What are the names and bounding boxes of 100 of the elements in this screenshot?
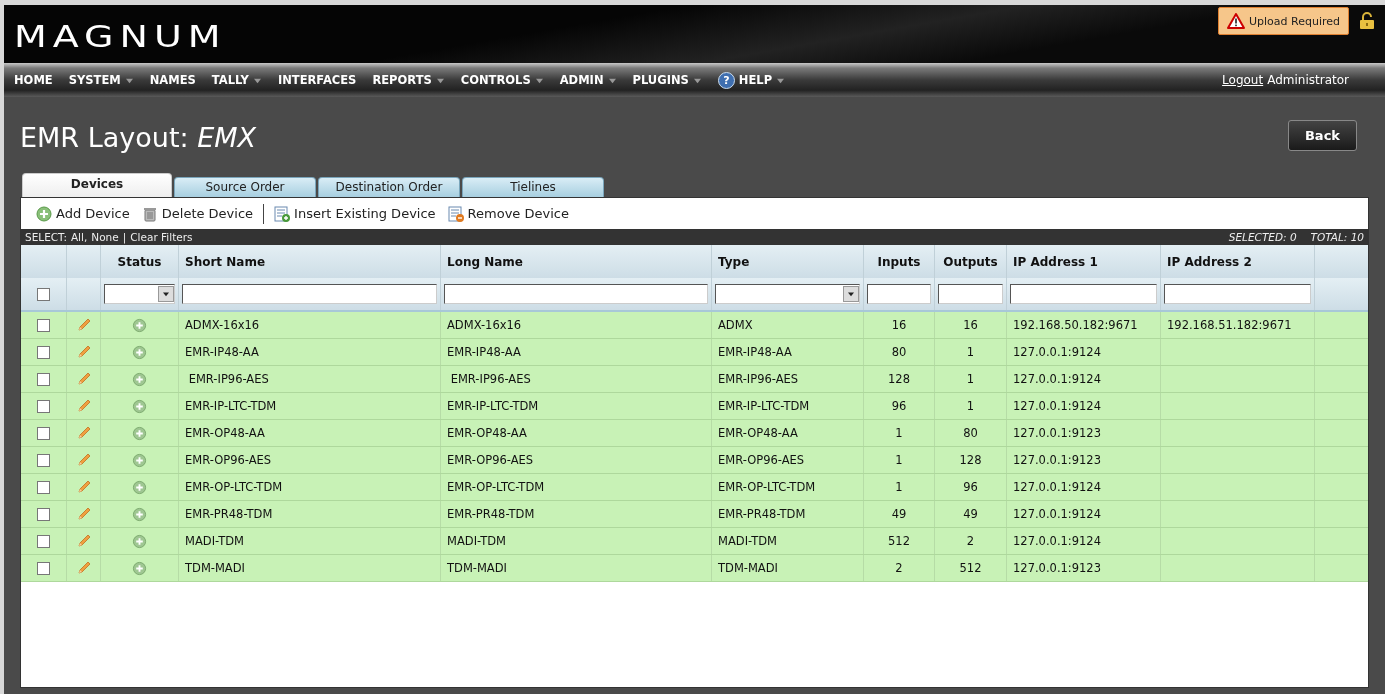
row-checkbox[interactable] (37, 534, 50, 548)
nav-menu-item[interactable]: PLUGINS (632, 73, 702, 87)
table-cell: EMR-OP96-AES (179, 447, 441, 473)
tab[interactable]: Source Order (174, 177, 316, 197)
table-cell: 127.0.0.1:9123 (1007, 555, 1161, 581)
pencil-icon[interactable] (75, 425, 92, 441)
logout-link[interactable]: Logout (1222, 73, 1264, 87)
page-title: EMR Layout: EMX (20, 120, 257, 153)
table-cell: 127.0.0.1:9124 (1007, 339, 1161, 365)
table-cell: 2 (864, 555, 935, 581)
pencil-icon[interactable] (75, 317, 92, 333)
nav-menu-item[interactable]: CONTROLS (460, 73, 544, 87)
table-cell: EMR-OP48-AA (712, 420, 864, 446)
table-cell: 127.0.0.1:9124 (1007, 393, 1161, 419)
row-checkbox[interactable] (37, 480, 50, 494)
select-all-link[interactable]: All (70, 231, 84, 243)
nav-menu-item[interactable]: TALLY (211, 73, 262, 87)
nav-menu-item[interactable]: ADMIN (559, 73, 617, 87)
pencil-icon[interactable] (75, 398, 92, 414)
table-cell: EMR-PR48-TDM (441, 501, 712, 527)
nav-menu-item[interactable]: HOME (14, 73, 53, 87)
tab[interactable]: Tielines (462, 177, 604, 197)
tab[interactable]: Devices (22, 173, 172, 197)
plus-circle-icon (132, 371, 147, 387)
nav-menu-item[interactable]: SYSTEM (68, 73, 134, 87)
table-cell: ADMX-16x16 (441, 312, 712, 338)
table-cell: EMR-PR48-TDM (179, 501, 441, 527)
upload-required-alert[interactable]: Upload Required (1218, 7, 1349, 35)
filter-input[interactable] (1164, 284, 1311, 304)
table-cell: 49 (864, 501, 935, 527)
row-checkbox[interactable] (37, 345, 50, 359)
row-checkbox[interactable] (37, 318, 50, 332)
plus-circle-icon (36, 205, 52, 222)
table-cell: 1 (935, 366, 1007, 392)
table-cell: 192.168.50.182:9671 (1007, 312, 1161, 338)
filter-input[interactable] (182, 284, 437, 304)
plus-circle-icon (132, 506, 147, 522)
table-cell: 80 (864, 339, 935, 365)
toolbar-button[interactable]: Add Device (31, 205, 135, 222)
tab[interactable]: Destination Order (318, 177, 460, 197)
table-cell: 128 (864, 366, 935, 392)
row-checkbox[interactable] (37, 453, 50, 467)
filter-dropdown[interactable] (104, 284, 175, 304)
table-cell: EMR-PR48-TDM (712, 501, 864, 527)
help-icon: ? (717, 71, 735, 89)
toolbar-button[interactable]: Delete Device (136, 205, 259, 222)
table-cell: 192.168.51.182:9671 (1161, 312, 1315, 338)
plus-circle-icon (132, 479, 147, 495)
row-checkbox[interactable] (37, 372, 50, 386)
pencil-icon[interactable] (75, 560, 92, 576)
pencil-icon[interactable] (75, 506, 92, 522)
plus-circle-icon (132, 560, 147, 576)
document-remove-icon (447, 205, 464, 222)
table-cell: EMR-IP48-AA (441, 339, 712, 365)
row-checkbox[interactable] (37, 399, 50, 413)
pencil-icon[interactable] (75, 479, 92, 495)
table-cell: 1 (935, 393, 1007, 419)
clear-filters-link[interactable]: Clear Filters (130, 231, 193, 243)
nav-menu-item[interactable]: ? HELP (717, 71, 786, 89)
table-cell: EMR-OP-LTC-TDM (712, 474, 864, 500)
table-cell: MADI-TDM (712, 528, 864, 554)
table-cell: 127.0.0.1:9124 (1007, 474, 1161, 500)
filter-input[interactable] (444, 284, 708, 304)
filter-dropdown[interactable] (715, 284, 860, 304)
pencil-icon[interactable] (75, 452, 92, 468)
table-cell: EMR-IP-LTC-TDM (179, 393, 441, 419)
back-button[interactable]: Back (1287, 119, 1357, 151)
table-cell: 512 (864, 528, 935, 554)
plus-circle-icon (132, 398, 147, 414)
nav-menu-item[interactable]: REPORTS (372, 73, 445, 87)
select-all-checkbox[interactable] (37, 287, 50, 301)
table-cell: EMR-IP-LTC-TDM (712, 393, 864, 419)
table-cell: EMR-OP48-AA (179, 420, 441, 446)
pencil-icon[interactable] (75, 533, 92, 549)
padlock-icon[interactable] (1359, 12, 1375, 30)
table-cell: 127.0.0.1:9123 (1007, 420, 1161, 446)
pencil-icon[interactable] (75, 371, 92, 387)
alert-text: Upload Required (1249, 14, 1340, 28)
pipe-separator: | (122, 231, 127, 243)
filter-input[interactable] (1010, 284, 1157, 304)
toolbar-button[interactable]: Remove Device (442, 205, 574, 222)
filter-input[interactable] (867, 284, 931, 304)
nav-menu-item[interactable]: INTERFACES (277, 73, 357, 87)
table-cell: EMR-IP96-AES (179, 366, 441, 392)
table-cell: 1 (864, 447, 935, 473)
table-cell: 80 (935, 420, 1007, 446)
select-none-link[interactable]: None (91, 231, 119, 243)
user-name: Administrator (1267, 73, 1349, 87)
row-checkbox[interactable] (37, 426, 50, 440)
filter-input[interactable] (938, 284, 1003, 304)
row-checkbox[interactable] (37, 507, 50, 521)
pencil-icon[interactable] (75, 344, 92, 360)
table-cell: ADMX (712, 312, 864, 338)
toolbar-button[interactable]: Insert Existing Device (269, 205, 441, 222)
table-cell: 1 (864, 474, 935, 500)
row-checkbox[interactable] (37, 561, 50, 575)
nav-menu-item[interactable]: NAMES (149, 73, 196, 87)
table-cell: 127.0.0.1:9123 (1007, 447, 1161, 473)
table-cell: 96 (935, 474, 1007, 500)
table-cell: EMR-IP48-AA (179, 339, 441, 365)
